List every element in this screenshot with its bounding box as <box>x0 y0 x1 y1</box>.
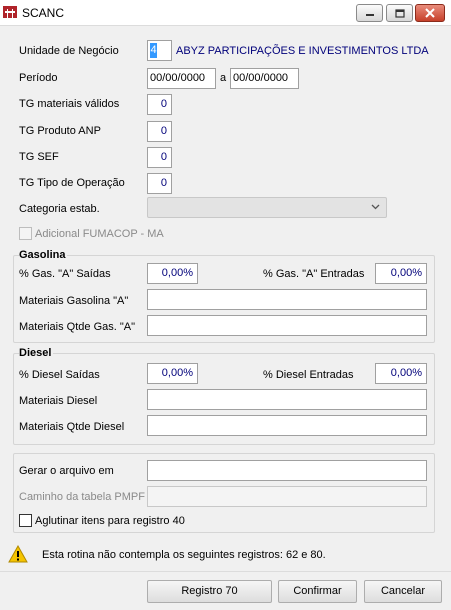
diesel-entradas-field[interactable]: 0,00% <box>375 363 427 384</box>
app-icon <box>3 6 17 18</box>
gas-entradas-field[interactable]: 0,00% <box>375 263 427 284</box>
categoria-dropdown[interactable] <box>147 197 387 218</box>
warning-text: Esta rotina não contempla os seguintes r… <box>42 549 326 561</box>
tg-sef-field[interactable]: 0 <box>147 147 172 168</box>
unidade-code-value: 4 <box>150 43 157 58</box>
periodo-label: Período <box>19 72 58 84</box>
gas-materiais-label: Materiais Gasolina "A" <box>19 295 129 307</box>
tg-materiais-field[interactable]: 0 <box>147 94 172 115</box>
title-bar: SCANC <box>0 0 451 26</box>
diesel-materiais-label: Materiais Diesel <box>19 395 98 407</box>
unidade-label: Unidade de Negócio <box>19 45 119 57</box>
unidade-name: ABYZ PARTICIPAÇÕES E INVESTIMENTOS LTDA <box>176 45 429 57</box>
diesel-qtde-label: Materiais Qtde Diesel <box>19 421 125 433</box>
diesel-saidas-field[interactable]: 0,00% <box>147 363 198 384</box>
confirmar-button[interactable]: Confirmar <box>278 580 357 603</box>
tg-produto-label: TG Produto ANP <box>19 125 101 137</box>
diesel-entradas-label: % Diesel Entradas <box>263 369 354 381</box>
adicional-fumacop-checkbox[interactable] <box>19 227 32 240</box>
periodo-separator: a <box>220 72 227 84</box>
gas-materiais-field[interactable] <box>147 289 427 310</box>
tg-sef-label: TG SEF <box>19 151 59 163</box>
aglutinar-label: Aglutinar itens para registro 40 <box>35 515 185 527</box>
cancelar-button[interactable]: Cancelar <box>364 580 442 603</box>
minimize-button[interactable] <box>356 4 383 22</box>
gas-entradas-label: % Gas. "A" Entradas <box>263 268 365 280</box>
periodo-to-field[interactable]: 00/00/0000 <box>230 68 299 89</box>
tg-materiais-label: TG materiais válidos <box>19 98 120 110</box>
tg-tipo-label: TG Tipo de Operação <box>19 177 125 189</box>
separator <box>0 571 451 572</box>
diesel-materiais-field[interactable] <box>147 389 427 410</box>
gerar-arquivo-field[interactable] <box>147 460 427 481</box>
unidade-code-field[interactable]: 4 <box>147 40 172 61</box>
caminho-pmpf-field <box>147 486 427 507</box>
gasolina-group-title: Gasolina <box>19 249 68 261</box>
registro70-button[interactable]: Registro 70 <box>147 580 272 603</box>
gerar-arquivo-label: Gerar o arquivo em <box>19 465 114 477</box>
tg-tipo-field[interactable]: 0 <box>147 173 172 194</box>
close-button[interactable] <box>415 4 445 22</box>
window-title: SCANC <box>22 6 65 20</box>
tg-produto-field[interactable]: 0 <box>147 121 172 142</box>
gas-saidas-field[interactable]: 0,00% <box>147 263 198 284</box>
aglutinar-checkbox[interactable] <box>19 514 32 527</box>
caminho-pmpf-label: Caminho da tabela PMPF <box>19 491 145 503</box>
diesel-qtde-field[interactable] <box>147 415 427 436</box>
maximize-icon <box>394 8 405 18</box>
adicional-fumacop-label: Adicional FUMACOP - MA <box>35 228 164 240</box>
diesel-saidas-label: % Diesel Saídas <box>19 369 100 381</box>
categoria-label: Categoria estab. <box>19 203 100 215</box>
diesel-group-title: Diesel <box>19 347 54 359</box>
gas-qtde-label: Materiais Qtde Gas. "A" <box>19 321 136 333</box>
maximize-button[interactable] <box>386 4 413 22</box>
chevron-down-icon <box>371 204 380 210</box>
gas-qtde-field[interactable] <box>147 315 427 336</box>
periodo-from-field[interactable]: 00/00/0000 <box>147 68 216 89</box>
warning-icon <box>8 545 28 563</box>
close-icon <box>425 8 435 18</box>
minimize-icon <box>365 14 374 16</box>
gas-saidas-label: % Gas. "A" Saídas <box>19 268 111 280</box>
